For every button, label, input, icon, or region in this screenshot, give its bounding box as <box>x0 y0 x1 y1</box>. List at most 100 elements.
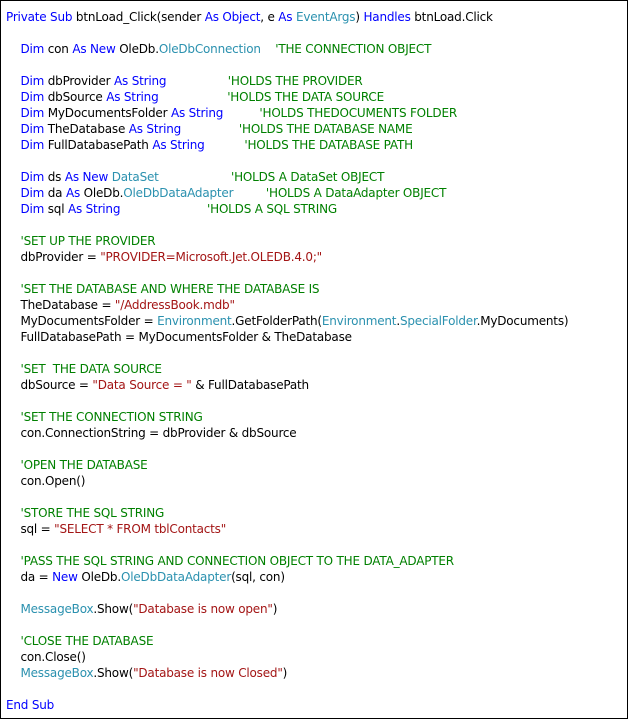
keyword-token: End Sub <box>6 698 55 712</box>
code-line: TheDatabase = "/AddressBook.mdb" <box>6 297 568 313</box>
code-text: con <box>47 42 73 56</box>
keyword-token: New <box>52 570 82 584</box>
type-token: Environment <box>321 314 397 328</box>
code-editor-frame: Private Sub btnLoad_Click(sender As Obje… <box>0 0 628 719</box>
code-line: 'SET THE DATA SOURCE <box>6 361 568 377</box>
code-comment: 'PASS THE SQL STRING AND CONNECTION OBJE… <box>20 554 454 568</box>
code-text: sql <box>47 202 68 216</box>
code-line: End Sub <box>6 697 568 713</box>
code-comment: 'HOLDS THE PROVIDER <box>227 74 363 88</box>
code-line: con.Open() <box>6 473 568 489</box>
type-token: MessageBox <box>20 602 94 616</box>
keyword-token: Dim <box>20 138 48 152</box>
code-text: (sql, con) <box>231 570 285 584</box>
code-text: da = <box>6 570 53 584</box>
code-line: 'SET THE DATABASE AND WHERE THE DATABASE… <box>6 281 568 297</box>
keyword-token: Private Sub <box>6 10 76 24</box>
code-line: FullDatabasePath = MyDocumentsFolder & T… <box>6 329 568 345</box>
type-token: Environment <box>157 314 232 328</box>
code-line: 'PASS THE SQL STRING AND CONNECTION OBJE… <box>6 553 568 569</box>
keyword-token: As <box>65 186 84 200</box>
keyword-token: As Object <box>204 10 261 24</box>
string-literal: "Database is now Closed" <box>133 666 283 680</box>
type-token: DataSet <box>111 170 159 184</box>
code-text: con.ConnectionString = dbProvider & dbSo… <box>6 426 297 440</box>
code-listing: Private Sub btnLoad_Click(sender As Obje… <box>6 9 569 713</box>
code-text: dbProvider <box>47 74 115 88</box>
code-text: dbSource = <box>6 378 93 392</box>
code-line: Dim dbProvider As String 'HOLDS THE PROV… <box>6 73 568 89</box>
code-line: con.ConnectionString = dbProvider & dbSo… <box>6 425 568 441</box>
code-comment: 'CLOSE THE DATABASE <box>20 634 154 648</box>
code-text: ) <box>272 602 278 616</box>
code-text: ds <box>47 170 65 184</box>
type-token: OleDbDataAdapter <box>120 570 232 584</box>
keyword-token: Dim <box>20 186 48 200</box>
code-comment: 'HOLDS THE DATABASE PATH <box>244 138 413 152</box>
code-line: da = New OleDb.OleDbDataAdapter(sql, con… <box>6 569 568 585</box>
code-comment: 'HOLDS THEDOCUMENTS FOLDER <box>259 106 457 120</box>
code-text: con.Open() <box>6 474 86 488</box>
string-literal: "Data Source = " <box>92 378 192 392</box>
code-text: da <box>47 186 66 200</box>
code-text: sql = <box>6 522 55 536</box>
code-comment: 'STORE THE SQL STRING <box>20 506 165 520</box>
code-line: Dim con As New OleDb.OleDbConnection 'TH… <box>6 41 568 57</box>
keyword-token: As String <box>152 138 205 152</box>
code-text: .GetFolderPath( <box>231 314 323 328</box>
code-line: Dim sql As String 'HOLDS A SQL STRING <box>6 201 568 217</box>
keyword-token: As New <box>64 170 112 184</box>
code-line: Dim MyDocumentsFolder As String 'HOLDS T… <box>6 105 568 121</box>
code-text: TheDatabase = <box>6 298 115 312</box>
code-text: & FullDatabasePath <box>191 378 309 392</box>
code-text: dbSource <box>47 90 107 104</box>
code-line: dbProvider = "PROVIDER=Microsoft.Jet.OLE… <box>6 249 568 265</box>
code-text: .Show( <box>93 602 134 616</box>
keyword-token: As String <box>106 90 159 104</box>
keyword-token: As <box>278 10 296 24</box>
code-comment: 'HOLDS A DataAdapter OBJECT <box>265 186 447 200</box>
keyword-token: Dim <box>20 202 48 216</box>
code-line: Private Sub btnLoad_Click(sender As Obje… <box>6 9 568 25</box>
code-text: .Show( <box>93 666 134 680</box>
code-comment: 'SET UP THE PROVIDER <box>20 234 156 248</box>
code-comment: 'HOLDS THE DATA SOURCE <box>227 90 384 104</box>
code-text: dbProvider = <box>6 250 101 264</box>
code-comment: 'THE CONNECTION OBJECT <box>275 42 432 56</box>
code-comment: 'HOLDS THE DATABASE NAME <box>238 122 413 136</box>
string-literal: "SELECT * FROM tblContacts" <box>54 522 227 536</box>
keyword-token: As String <box>114 74 167 88</box>
code-line: MessageBox.Show("Database is now Closed"… <box>6 665 568 681</box>
type-token: OleDbDataAdapter <box>123 186 234 200</box>
code-line: Dim ds As New DataSet 'HOLDS A DataSet O… <box>6 169 568 185</box>
